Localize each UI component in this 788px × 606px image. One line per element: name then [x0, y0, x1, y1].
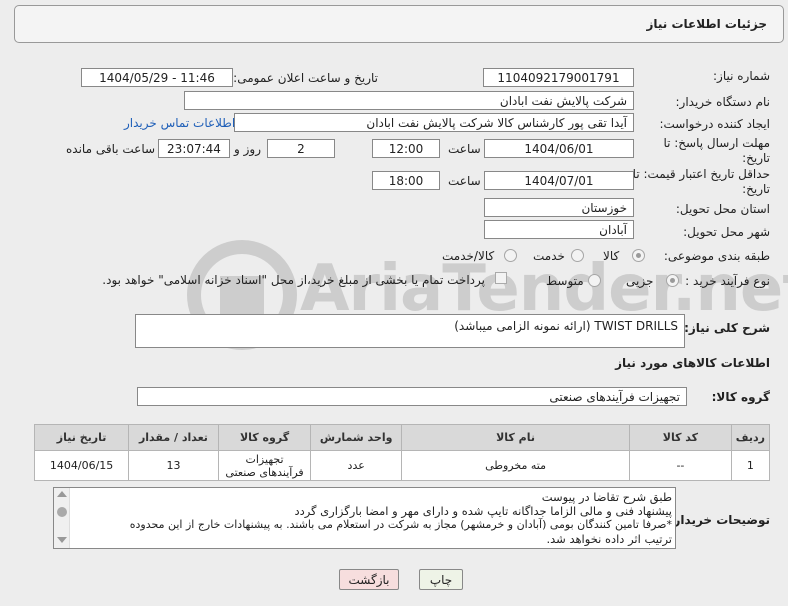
- days-label: روز و: [234, 142, 261, 156]
- price-validity-time-label: ساعت: [448, 174, 481, 188]
- remaining-time: 23:07:44: [158, 139, 230, 158]
- scroll-down-arrow-icon[interactable]: [57, 537, 67, 543]
- buyer-notes-label: توضیحات خریدار:: [668, 513, 770, 527]
- requester-label: ایجاد کننده درخواست:: [659, 117, 770, 131]
- process-radio-minor[interactable]: [666, 274, 679, 287]
- back-button[interactable]: بازگشت: [339, 569, 399, 590]
- need-number-label: شماره نیاز:: [713, 69, 770, 83]
- goods-table-header-row: ردیف کد کالا نام کالا واحد شمارش گروه کا…: [33, 424, 771, 451]
- buyer-org-field: شرکت پالایش نفت ابادان: [184, 91, 634, 110]
- goods-section-title: اطلاعات کالاهای مورد نیاز: [615, 356, 770, 370]
- cell-item-group: تجهیزات فرآیندهای صنعتی: [217, 450, 312, 481]
- buyer-notes-line-3: *صرفا تامین کنندگان بومی (آبادان و خرمشه…: [129, 518, 672, 531]
- treasury-payment-note: پرداخت تمام یا بخشی از مبلغ خرید،از محل …: [102, 273, 485, 287]
- buyer-notes-text: طبق شرح تقاضا در پیوست پیشنهاد فنی و مال…: [74, 490, 672, 548]
- buyer-org-label: نام دستگاه خریدار:: [675, 95, 771, 109]
- process-option-medium: متوسط: [546, 274, 584, 288]
- treasury-payment-checkbox[interactable]: [495, 272, 507, 284]
- category-radio-service[interactable]: [571, 249, 584, 262]
- col-unit: واحد شمارش: [310, 424, 402, 451]
- col-need-date: تاریخ نیاز: [33, 424, 130, 451]
- cell-need-date: 1404/06/15: [33, 450, 130, 481]
- buyer-notes-line-1: طبق شرح تقاضا در پیوست: [541, 490, 672, 504]
- reply-deadline-time-label: ساعت: [448, 142, 481, 156]
- col-row-number: ردیف: [730, 424, 771, 451]
- col-item-code: کد کالا: [629, 424, 732, 451]
- remaining-days: 2: [267, 139, 335, 158]
- scroll-thumb[interactable]: [57, 507, 67, 517]
- remaining-label: ساعت باقی مانده: [66, 142, 156, 156]
- buyer-contact-link[interactable]: اطلاعات تماس خریدار: [124, 116, 235, 130]
- delivery-province-field: خوزستان: [484, 198, 634, 217]
- cell-item-name: مته مخروطی: [400, 450, 631, 481]
- col-quantity: تعداد / مقدار: [128, 424, 219, 451]
- table-row: 1 -- مته مخروطی عدد تجهیزات فرآیندهای صن…: [33, 450, 771, 481]
- col-item-group: گروه کالا: [217, 424, 312, 451]
- category-option-goods: کالا: [603, 249, 620, 263]
- price-validity-date: 1404/07/01: [484, 171, 634, 190]
- buyer-notes-scrollbar[interactable]: [54, 488, 70, 548]
- buyer-notes-line-2: پیشنهاد فنی و مالی الزاما جداگانه تایپ ش…: [294, 504, 672, 518]
- process-option-minor: جزیی: [626, 274, 654, 288]
- cell-row-number: 1: [730, 450, 771, 481]
- category-option-goods-service: کالا/خدمت: [442, 249, 495, 263]
- need-number-field: 1104092179001791: [483, 68, 634, 87]
- cell-unit: عدد: [310, 450, 402, 481]
- process-radio-medium[interactable]: [588, 274, 601, 287]
- category-option-service: خدمت: [533, 249, 565, 263]
- page-title: جزئیات اطلاعات نیاز: [646, 17, 767, 31]
- price-validity-time: 18:00: [372, 171, 440, 190]
- reply-deadline-label: مهلت ارسال پاسخ: تا تاریخ:: [650, 136, 770, 166]
- price-validity-label: حداقل تاریخ اعتبار قیمت: تا تاریخ:: [630, 167, 770, 197]
- buyer-notes-line-4: ترتیب اثر داده نخواهد شد.: [546, 532, 672, 546]
- reply-deadline-label-text: مهلت ارسال پاسخ: تا تاریخ:: [663, 136, 770, 165]
- requester-field: آیدا تقی پور کارشناس کالا شرکت پالایش نف…: [234, 113, 634, 132]
- price-validity-label-text: حداقل تاریخ اعتبار قیمت: تا تاریخ:: [632, 167, 770, 196]
- reply-deadline-date: 1404/06/01: [484, 139, 634, 158]
- delivery-city-label: شهر محل تحویل:: [683, 225, 770, 239]
- purchase-process-label: نوع فرآیند خرید :: [685, 274, 770, 288]
- category-radio-goods[interactable]: [632, 249, 645, 262]
- buyer-notes-box: طبق شرح تقاضا در پیوست پیشنهاد فنی و مال…: [53, 487, 676, 549]
- delivery-province-label: استان محل تحویل:: [675, 202, 770, 216]
- description-text: TWIST DRILLS (ارائه نمونه الزامی میباشد): [454, 319, 678, 333]
- scroll-up-arrow-icon[interactable]: [57, 491, 67, 497]
- description-label: شرح کلی نیاز:: [684, 321, 770, 335]
- category-radio-goods-service[interactable]: [504, 249, 517, 262]
- category-label: طبقه بندی موضوعی:: [663, 249, 770, 263]
- reply-deadline-time: 12:00: [372, 139, 440, 158]
- col-item-name: نام کالا: [400, 424, 631, 451]
- announce-date-field: 1404/05/29 - 11:46: [81, 68, 233, 87]
- panel-header: جزئیات اطلاعات نیاز: [14, 5, 784, 43]
- goods-group-field: تجهیزات فرآیندهای صنعتی: [137, 387, 687, 406]
- goods-table: ردیف کد کالا نام کالا واحد شمارش گروه کا…: [33, 424, 771, 481]
- delivery-city-field: آبادان: [484, 220, 634, 239]
- goods-group-label: گروه کالا:: [711, 390, 770, 404]
- description-field: TWIST DRILLS (ارائه نمونه الزامی میباشد): [135, 314, 685, 348]
- cell-quantity: 13: [128, 450, 219, 481]
- cell-item-code: --: [629, 450, 732, 481]
- print-button[interactable]: چاپ: [419, 569, 463, 590]
- announce-date-label: تاریخ و ساعت اعلان عمومی:: [233, 71, 378, 85]
